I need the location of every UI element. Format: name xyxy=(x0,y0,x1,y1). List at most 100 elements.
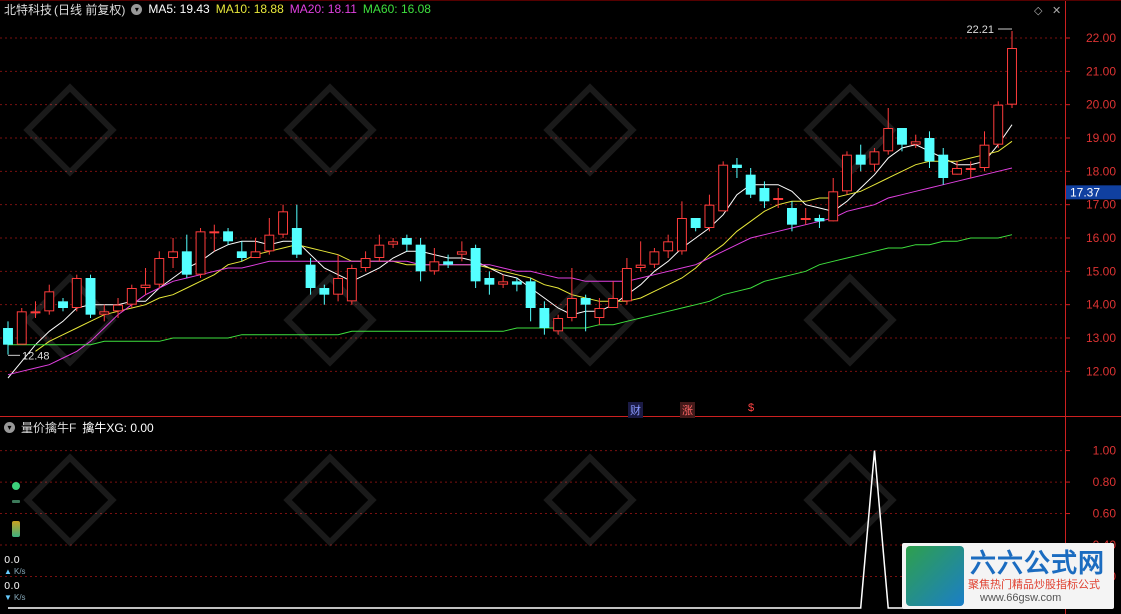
candle-body xyxy=(223,231,234,242)
logo-url: www.66gsw.com xyxy=(980,592,1062,604)
ma10-label: MA10: 18.88 xyxy=(215,2,284,16)
candle xyxy=(401,234,412,252)
candle-body xyxy=(181,251,192,275)
candle-body xyxy=(979,144,990,169)
candle-body xyxy=(649,251,660,265)
candle-body xyxy=(236,251,247,258)
high-label: 22.21 xyxy=(966,24,994,36)
candle-body xyxy=(621,268,632,302)
candle-body xyxy=(897,128,907,145)
candle-body xyxy=(456,251,467,255)
candle-body xyxy=(401,238,412,245)
stock-name[interactable]: 北特科技 xyxy=(4,1,52,18)
candle xyxy=(16,308,27,345)
candle-body xyxy=(333,278,344,295)
candle xyxy=(429,248,440,275)
candle xyxy=(374,234,385,262)
ma60-label: MA60: 16.08 xyxy=(362,2,431,16)
candle-body xyxy=(745,174,756,195)
candle xyxy=(113,298,123,318)
candle xyxy=(621,258,632,305)
candle xyxy=(264,218,275,255)
candle-body xyxy=(910,141,921,145)
candle xyxy=(842,151,852,195)
candle xyxy=(676,201,687,255)
candle-body xyxy=(278,211,289,235)
watermark-icon xyxy=(543,453,637,547)
candle-body xyxy=(566,298,577,318)
candle-body xyxy=(126,288,137,305)
status-dot-icon xyxy=(12,500,20,503)
watermark-icon xyxy=(23,83,117,177)
candle-body xyxy=(99,311,110,315)
stock-chart[interactable]: 12.00 13.00 14.00 15.00 16.00 17.00 18.00 19.00… xyxy=(0,0,1121,614)
candle xyxy=(360,251,371,272)
price-tick-label: 18.00 xyxy=(1086,164,1116,178)
candle xyxy=(1007,31,1017,108)
candle-body xyxy=(539,308,550,328)
candle-body xyxy=(553,318,564,332)
logo-mark-icon xyxy=(906,546,964,606)
arrow-down-icon: ▼ xyxy=(4,593,12,602)
candle xyxy=(484,271,495,295)
candle xyxy=(869,148,880,172)
candle xyxy=(388,238,399,248)
candle-body xyxy=(924,138,935,162)
candle-body xyxy=(154,258,165,285)
candle xyxy=(305,258,316,295)
candle-body xyxy=(71,278,82,308)
indicator-name[interactable]: 量价擒牛F xyxy=(21,419,76,436)
candle-body xyxy=(828,191,839,222)
candle xyxy=(718,161,729,212)
candle-body xyxy=(676,218,687,252)
indicator-value: 擒牛XG: 0.00 xyxy=(82,420,154,435)
candle-body xyxy=(264,234,275,252)
price-tick-label: 16.00 xyxy=(1086,231,1116,245)
candle-body xyxy=(58,301,68,308)
diamond-icon[interactable]: ◇ xyxy=(1034,4,1042,17)
price-tick-label: 20.00 xyxy=(1086,98,1116,112)
watermark-icon xyxy=(283,453,377,547)
limit-up-badge[interactable]: 涨 xyxy=(680,402,695,418)
candle-body xyxy=(388,241,399,245)
candle xyxy=(745,168,756,198)
candle xyxy=(44,284,55,315)
candle-body xyxy=(938,154,949,178)
candle-body xyxy=(883,128,894,152)
candle-body xyxy=(360,258,371,268)
candle xyxy=(236,241,247,262)
indicator-tick-label: 0.80 xyxy=(1093,475,1117,489)
chevron-down-icon[interactable]: ▾ xyxy=(131,3,143,15)
candle xyxy=(635,241,646,272)
candle-body xyxy=(786,208,797,225)
candle-body xyxy=(443,261,454,265)
candle-body xyxy=(209,231,220,234)
candle-body xyxy=(415,244,426,272)
candle-body xyxy=(800,218,811,220)
current-price-label: 17.37 xyxy=(1070,185,1100,199)
candle xyxy=(993,101,1004,148)
candle-body xyxy=(374,244,385,259)
candle-body xyxy=(44,291,55,312)
candle xyxy=(346,264,357,305)
price-tick-label: 12.00 xyxy=(1086,364,1116,378)
price-tick-label: 21.00 xyxy=(1086,64,1116,78)
watermark-icon xyxy=(803,453,897,547)
price-tick-label: 17.00 xyxy=(1086,198,1116,212)
dollar-badge[interactable]: $ xyxy=(746,402,756,414)
candle xyxy=(291,204,302,258)
candle-body xyxy=(1007,48,1017,105)
watermark-icon xyxy=(23,453,117,547)
finance-badge[interactable]: 财 xyxy=(628,402,643,418)
close-icon[interactable]: ✕ xyxy=(1052,4,1061,17)
chevron-down-icon[interactable]: ▾ xyxy=(4,421,15,433)
candle-body xyxy=(814,218,825,222)
candle-body xyxy=(855,154,866,165)
candle-body xyxy=(470,248,481,282)
ma5-label: MA5: 19.43 xyxy=(148,2,210,16)
candle-body xyxy=(168,251,178,258)
ma20-label: MA20: 18.11 xyxy=(289,2,357,16)
candle-body xyxy=(30,311,41,314)
chart-header: 北特科技 (日线 前复权) ▾ MA5: 19.43 MA10: 18.88 M… xyxy=(0,0,1065,18)
indicator-header: ▾ 量价擒牛F 擒牛XG: 0.00 xyxy=(0,418,154,436)
